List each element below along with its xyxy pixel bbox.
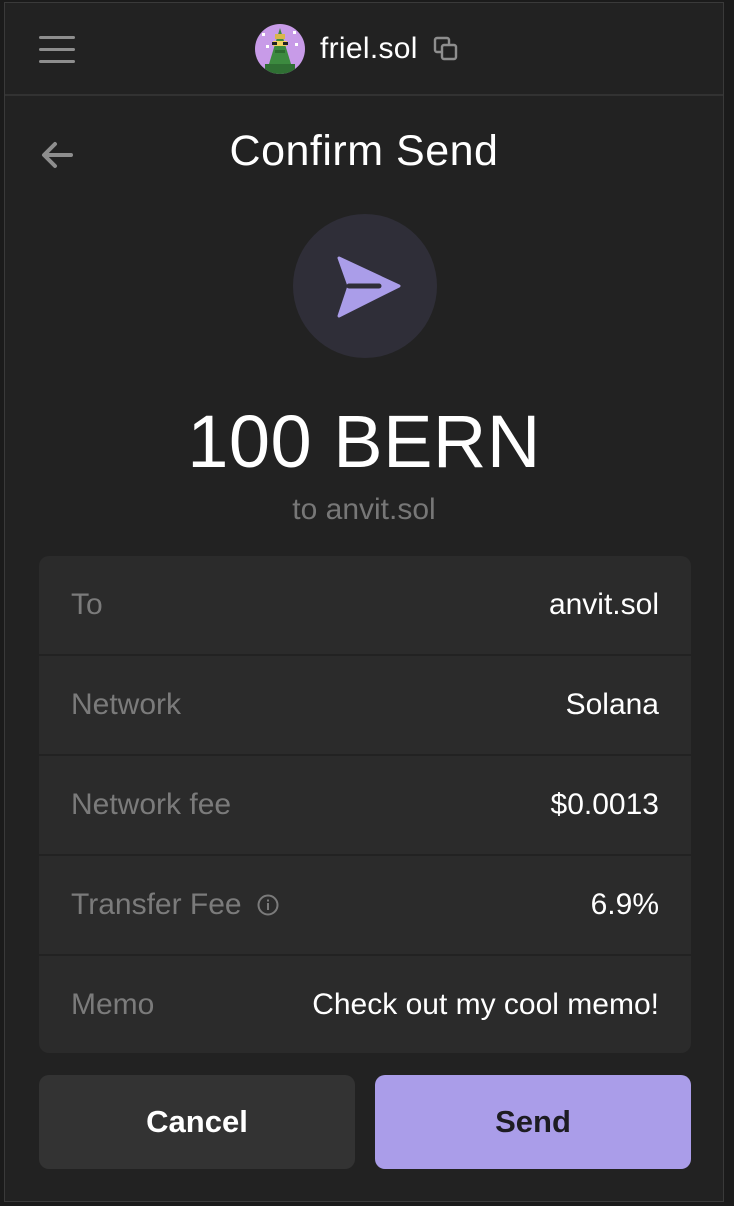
recipient-line: to anvit.sol [292, 493, 436, 526]
detail-value: Solana [565, 688, 659, 721]
pixel-avatar-icon [255, 24, 305, 74]
page-title: Confirm Send [229, 127, 499, 175]
paper-plane-icon [337, 256, 401, 318]
detail-row-to: To anvit.sol [39, 556, 691, 656]
detail-label: Network [71, 688, 182, 721]
detail-value: anvit.sol [548, 588, 659, 621]
detail-value: 6.9% [590, 888, 659, 921]
send-icon-badge [293, 214, 437, 358]
account-name: friel.sol [320, 32, 418, 65]
top-bar: friel.sol [5, 3, 723, 96]
wallet-window: friel.sol Confirm Send 100 BERN to anvit… [4, 2, 724, 1202]
send-amount: 100 BERN [187, 400, 541, 483]
detail-value: Check out my cool memo! [312, 987, 659, 1021]
detail-row-memo: Memo Check out my cool memo! [39, 956, 691, 1053]
hamburger-menu-icon[interactable] [39, 35, 75, 65]
detail-row-network: Network Solana [39, 656, 691, 756]
detail-value: $0.0013 [550, 788, 659, 821]
detail-label: Memo [71, 987, 155, 1021]
send-button[interactable]: Send [375, 1075, 691, 1169]
detail-label: Transfer Fee [71, 888, 242, 921]
info-circle-icon[interactable] [256, 893, 280, 917]
detail-row-network-fee: Network fee $0.0013 [39, 756, 691, 856]
cancel-button[interactable]: Cancel [39, 1075, 355, 1169]
avatar [255, 24, 305, 74]
detail-label: To [71, 588, 103, 621]
copy-icon[interactable] [433, 36, 459, 62]
detail-row-transfer-fee: Transfer Fee 6.9% [39, 856, 691, 956]
account-switcher[interactable]: friel.sol [255, 23, 459, 75]
transaction-details: To anvit.sol Network Solana Network fee … [39, 556, 691, 1053]
detail-label-with-info: Transfer Fee [71, 888, 280, 922]
detail-label: Network fee [71, 788, 232, 821]
